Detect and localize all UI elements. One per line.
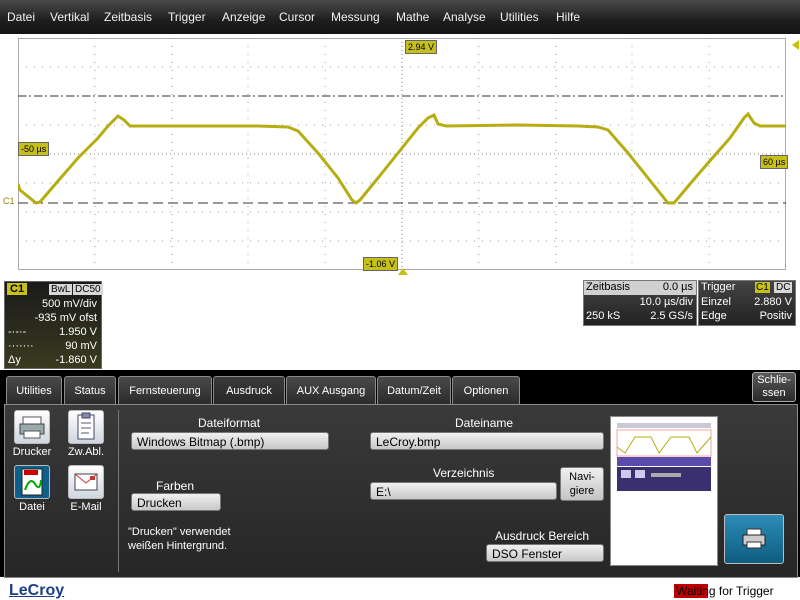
vertical-offset: -935 mV ofst: [34, 312, 97, 324]
print-now-button[interactable]: [724, 514, 784, 564]
cursor-2-value: 90 mV: [65, 340, 97, 352]
top-level-marker: 2.94 V: [405, 40, 438, 54]
bottom-level-marker: -1.06 V: [363, 257, 399, 271]
print-area-select[interactable]: DSO Fenster: [486, 544, 604, 562]
format-select[interactable]: Windows Bitmap (.bmp): [131, 432, 329, 450]
tab-status[interactable]: Status: [64, 376, 116, 405]
clipboard-label: Zw.Abl.: [67, 446, 105, 458]
status-bar: LeCroy Waiting for Trigger: [0, 578, 800, 600]
right-time-marker: 60 µs: [760, 155, 789, 169]
tab-aux-ausgang[interactable]: AUX Ausgang: [286, 376, 376, 405]
timebase-title: Zeitbasis: [586, 281, 631, 293]
colors-select[interactable]: Drucken: [131, 493, 221, 511]
close-button[interactable]: Schlie-ssen: [752, 372, 796, 402]
printer-label: Drucker: [12, 446, 52, 458]
bandwidth-limit-badge: BwL: [49, 284, 73, 295]
trigger-slope: Positiv: [759, 310, 792, 322]
directory-input[interactable]: E:\: [370, 482, 557, 500]
timebase-delay: 0.0 µs: [662, 281, 693, 293]
waveform-display[interactable]: [18, 38, 786, 270]
cursor-1-value: 1.950 V: [59, 326, 97, 338]
trigger-status-text: Waiting for Trigger: [676, 584, 774, 598]
email-label: E-Mail: [70, 501, 102, 513]
file-output-button[interactable]: Datei: [7, 465, 57, 513]
menu-analyse[interactable]: Analyse: [443, 10, 486, 24]
menu-vertikal[interactable]: Vertikal: [50, 10, 89, 24]
colors-label: Farben: [156, 479, 195, 493]
menu-mathe[interactable]: Mathe: [396, 10, 429, 24]
tab-ausdruck[interactable]: Ausdruck: [213, 376, 285, 407]
clipboard-output-button[interactable]: Zw.Abl.: [61, 410, 111, 458]
colors-note: "Drucken" verwendet weißen Hintergrund.: [128, 526, 231, 552]
menu-utilities[interactable]: Utilities: [500, 10, 539, 24]
menu-hilfe[interactable]: Hilfe: [556, 10, 580, 24]
close-button-label: Schlie-ssen: [757, 374, 791, 399]
trigger-level-icon: [792, 40, 799, 50]
section-divider: [118, 410, 119, 572]
file-icon: [14, 465, 50, 499]
vertical-scale: 500 mV/div: [41, 298, 97, 310]
file-label: Datei: [19, 501, 45, 513]
printer-icon: [14, 410, 50, 444]
trigger-title: Trigger: [701, 281, 736, 293]
coupling-badge: DC50: [73, 284, 103, 295]
channel-offset-marker[interactable]: C1: [3, 196, 15, 206]
trigger-type: Edge: [701, 310, 727, 322]
email-icon: [68, 465, 104, 499]
trigger-coupling: DC: [774, 282, 793, 293]
printer-icon: [742, 528, 766, 549]
menu-trigger[interactable]: Trigger: [168, 10, 206, 24]
email-output-button[interactable]: E-Mail: [61, 465, 111, 513]
trigger-level: 2.880 V: [754, 296, 792, 308]
channel-1-descriptor[interactable]: C1 BwL DC50 500 mV/div -935 mV ofst -·-·…: [4, 281, 103, 369]
filename-input[interactable]: LeCroy.bmp: [370, 432, 604, 450]
brand-logo: LeCroy: [9, 582, 65, 599]
menu-messung[interactable]: Messung: [331, 10, 380, 24]
menu-anzeige[interactable]: Anzeige: [222, 10, 265, 24]
trigger-position-icon: [398, 268, 408, 275]
navigate-button-label: Navi-giere: [569, 471, 595, 497]
trigger-mode: Einzel: [701, 296, 731, 308]
trigger-descriptor[interactable]: Trigger C1 DC Einzel 2.880 V Edge Positi…: [698, 280, 796, 326]
left-time-marker: -50 µs: [18, 142, 50, 156]
menu-bar: Datei Vertikal Zeitbasis Trigger Anzeige…: [0, 0, 800, 34]
filename-label: Dateiname: [455, 416, 514, 430]
print-preview-thumbnail: [610, 416, 718, 566]
print-area-label: Ausdruck Bereich: [495, 529, 590, 543]
tab-datum-zeit[interactable]: Datum/Zeit: [377, 376, 451, 405]
navigate-button[interactable]: Navi-giere: [560, 467, 604, 501]
directory-label: Verzeichnis: [433, 466, 495, 480]
timebase-descriptor[interactable]: Zeitbasis 0.0 µs 10.0 µs/div 250 kS 2.5 …: [583, 280, 697, 326]
menu-datei[interactable]: Datei: [7, 10, 35, 24]
menu-zeitbasis[interactable]: Zeitbasis: [104, 10, 152, 24]
tab-fernsteuerung[interactable]: Fernsteuerung: [118, 376, 212, 405]
timebase-scale: 10.0 µs/div: [639, 296, 693, 308]
tab-utilities[interactable]: Utilities: [6, 376, 62, 405]
tab-optionen[interactable]: Optionen: [452, 376, 520, 405]
trigger-source: C1: [755, 282, 770, 293]
sample-rate: 2.5 GS/s: [650, 310, 693, 322]
clipboard-icon: [68, 410, 104, 444]
delta-value: -1.860 V: [55, 354, 97, 366]
channel-label: C1: [7, 283, 28, 295]
format-label: Dateiformat: [198, 416, 261, 430]
menu-cursor[interactable]: Cursor: [279, 10, 315, 24]
sample-count: 250 kS: [586, 310, 621, 322]
printer-output-button[interactable]: Drucker: [7, 410, 57, 458]
